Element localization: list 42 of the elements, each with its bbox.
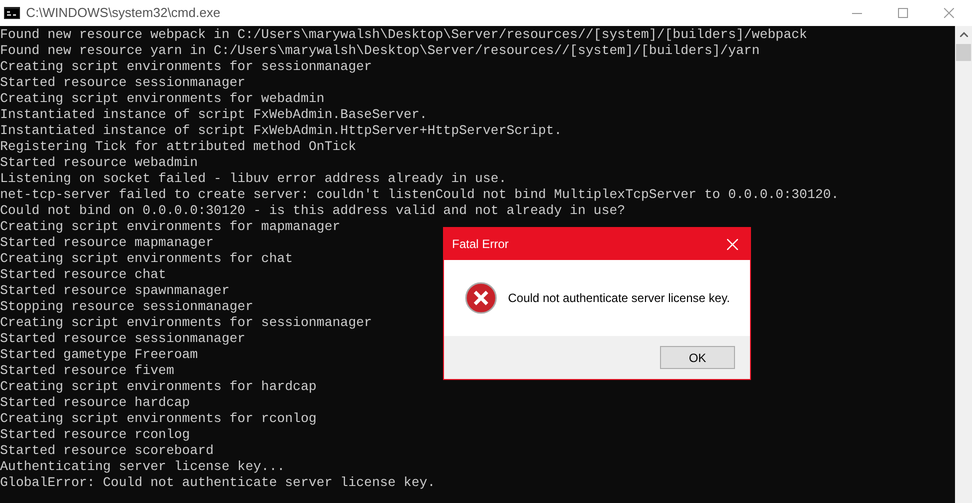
console-line: Creating script environments for chat (0, 251, 293, 267)
console-line: Started resource sessionmanager (0, 75, 246, 91)
console-line: Creating script environments for webadmin (0, 91, 324, 107)
console-app-icon (4, 7, 20, 19)
console-line: Started resource scoreboard (0, 443, 214, 459)
scrollbar-thumb[interactable] (956, 44, 971, 61)
scroll-up-icon[interactable] (960, 32, 968, 37)
close-icon (944, 8, 954, 18)
console-line: Creating script environments for sessionmanager (0, 59, 372, 75)
console-line: Started resource sessionmanager (0, 331, 246, 347)
console-line: Started resource rconlog (0, 427, 190, 443)
error-message: Could not authenticate server license key. (508, 290, 730, 307)
console-line: Instantiated instance of script FxWebAdmin.HttpServer+HttpServerScript. (0, 123, 562, 139)
error-icon (465, 282, 497, 314)
console-line: Instantiated instance of script FxWebAdmin.BaseServer. (0, 107, 428, 123)
window-title: C:\WINDOWS\system32\cmd.exe (26, 4, 220, 22)
console-line: Found new resource yarn in C:/Users\marywalsh\Desktop\Server/resources//[system]/[builders]/yarn (0, 43, 760, 59)
close-icon (726, 238, 738, 250)
console-line: Started resource mapmanager (0, 235, 214, 251)
scrollbar[interactable] (955, 26, 972, 503)
console-line: Started resource fivem (0, 363, 174, 379)
console-line: Could not bind on 0.0.0.0:30120 - is this address valid and not already in use? (0, 203, 626, 219)
console-line: net-tcp-server failed to create server: couldn't listenCould not bind MultiplexTcpServer to 0.0.0.0:30120. (0, 187, 839, 203)
console-line: Listening on socket failed - libuv error address already in use. (0, 171, 506, 187)
console-line: Creating script environments for rconlog (0, 411, 317, 427)
console-line: Authenticating server license key... (0, 459, 285, 475)
console-line: Stopping resource sessionmanager (0, 299, 254, 315)
maximize-icon (898, 8, 908, 18)
console-line: GlobalError: Could not authenticate server license key. (0, 475, 436, 491)
minimize-icon (852, 12, 862, 14)
console-line: Started resource spawnmanager (0, 283, 230, 299)
console-line: Creating script environments for mapmanager (0, 219, 340, 235)
ok-button[interactable]: OK (660, 346, 735, 369)
console-line: Creating script environments for hardcap (0, 379, 317, 395)
console-line: Started resource hardcap (0, 395, 190, 411)
console-line: Started resource webadmin (0, 155, 198, 171)
console-line: Found new resource webpack in C:/Users\marywalsh\Desktop\Server/resources//[system]/[builders]/webpack (0, 27, 808, 43)
console-line: Started resource chat (0, 267, 166, 283)
console-line: Registering Tick for attributed method OnTick (0, 139, 356, 155)
dialog-title: Fatal Error (452, 236, 509, 253)
console-line: Creating script environments for sessionmanager (0, 315, 372, 331)
console-line: Started gametype Freeroam (0, 347, 198, 363)
